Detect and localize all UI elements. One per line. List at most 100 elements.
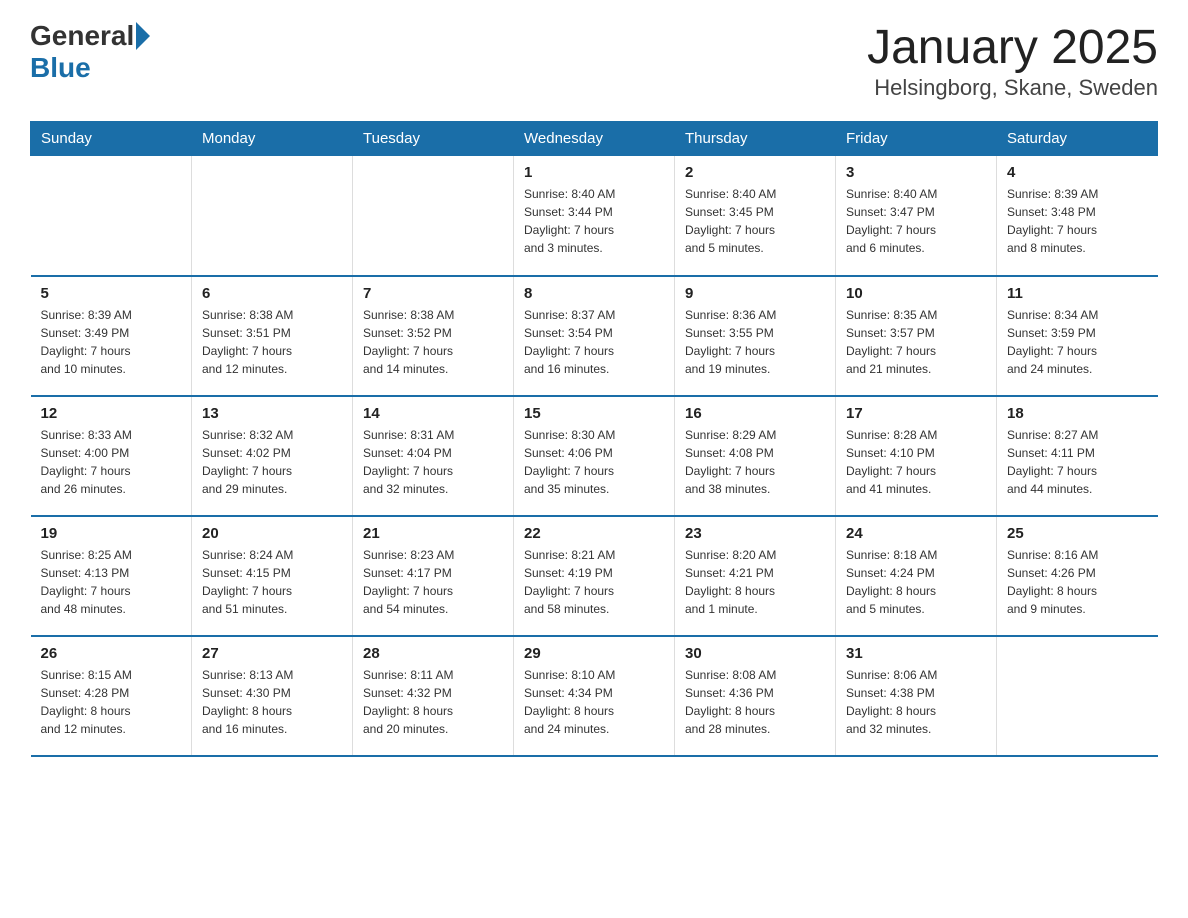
day-info: Sunrise: 8:15 AMSunset: 4:28 PMDaylight:… xyxy=(41,666,182,738)
calendar-cell: 6 Sunrise: 8:38 AMSunset: 3:51 PMDaylight… xyxy=(192,276,353,396)
calendar-table: SundayMondayTuesdayWednesdayThursdayFrid… xyxy=(30,121,1158,757)
day-info: Sunrise: 8:20 AMSunset: 4:21 PMDaylight:… xyxy=(685,546,825,618)
calendar-cell: 1 Sunrise: 8:40 AMSunset: 3:44 PMDaylight… xyxy=(514,156,675,276)
calendar-cell: 15Sunrise: 8:30 AMSunset: 4:06 PMDayligh… xyxy=(514,396,675,516)
calendar-cell: 21Sunrise: 8:23 AMSunset: 4:17 PMDayligh… xyxy=(353,516,514,636)
day-info: Sunrise: 8:39 AMSunset: 3:48 PMDaylight:… xyxy=(1007,185,1148,257)
day-number: 2 xyxy=(685,164,825,181)
day-number: 23 xyxy=(685,525,825,542)
day-number: 7 xyxy=(363,285,503,302)
calendar-cell: 4 Sunrise: 8:39 AMSunset: 3:48 PMDaylight… xyxy=(997,156,1158,276)
calendar-cell: 30 Sunrise: 8:08 AMSunset: 4:36 PMDayligh… xyxy=(675,636,836,756)
day-number: 14 xyxy=(363,405,503,422)
calendar-cell: 19 Sunrise: 8:25 AMSunset: 4:13 PMDayligh… xyxy=(31,516,192,636)
calendar-cell xyxy=(997,636,1158,756)
calendar-cell: 11 Sunrise: 8:34 AMSunset: 3:59 PMDayligh… xyxy=(997,276,1158,396)
calendar-title: January 2025 xyxy=(867,20,1158,75)
calendar-week-2: 5 Sunrise: 8:39 AMSunset: 3:49 PMDaylight… xyxy=(31,276,1158,396)
day-info: Sunrise: 8:38 AMSunset: 3:52 PMDaylight:… xyxy=(363,306,503,378)
calendar-cell xyxy=(192,156,353,276)
page-header: General Blue January 2025 Helsingborg, S… xyxy=(30,20,1158,101)
day-number: 10 xyxy=(846,285,986,302)
calendar-cell: 31Sunrise: 8:06 AMSunset: 4:38 PMDayligh… xyxy=(836,636,997,756)
day-number: 4 xyxy=(1007,164,1148,181)
calendar-cell: 22 Sunrise: 8:21 AMSunset: 4:19 PMDayligh… xyxy=(514,516,675,636)
day-number: 22 xyxy=(524,525,664,542)
day-info: Sunrise: 8:33 AMSunset: 4:00 PMDaylight:… xyxy=(41,426,182,498)
day-number: 1 xyxy=(524,164,664,181)
calendar-header: SundayMondayTuesdayWednesdayThursdayFrid… xyxy=(31,122,1158,156)
calendar-cell: 17 Sunrise: 8:28 AMSunset: 4:10 PMDayligh… xyxy=(836,396,997,516)
day-info: Sunrise: 8:16 AMSunset: 4:26 PMDaylight:… xyxy=(1007,546,1148,618)
day-info: Sunrise: 8:36 AMSunset: 3:55 PMDaylight:… xyxy=(685,306,825,378)
day-number: 18 xyxy=(1007,405,1148,422)
day-number: 3 xyxy=(846,164,986,181)
day-number: 19 xyxy=(41,525,182,542)
day-number: 11 xyxy=(1007,285,1148,302)
day-info: Sunrise: 8:13 AMSunset: 4:30 PMDaylight:… xyxy=(202,666,342,738)
calendar-cell: 8 Sunrise: 8:37 AMSunset: 3:54 PMDaylight… xyxy=(514,276,675,396)
calendar-cell: 14Sunrise: 8:31 AMSunset: 4:04 PMDayligh… xyxy=(353,396,514,516)
logo: General Blue xyxy=(30,20,152,84)
calendar-body: 1 Sunrise: 8:40 AMSunset: 3:44 PMDaylight… xyxy=(31,156,1158,756)
weekday-header-thursday: Thursday xyxy=(675,122,836,156)
calendar-cell: 29Sunrise: 8:10 AMSunset: 4:34 PMDayligh… xyxy=(514,636,675,756)
day-number: 8 xyxy=(524,285,664,302)
weekday-header-saturday: Saturday xyxy=(997,122,1158,156)
weekday-header-sunday: Sunday xyxy=(31,122,192,156)
day-info: Sunrise: 8:29 AMSunset: 4:08 PMDaylight:… xyxy=(685,426,825,498)
weekday-header-tuesday: Tuesday xyxy=(353,122,514,156)
day-info: Sunrise: 8:34 AMSunset: 3:59 PMDaylight:… xyxy=(1007,306,1148,378)
calendar-subtitle: Helsingborg, Skane, Sweden xyxy=(867,75,1158,101)
day-info: Sunrise: 8:40 AMSunset: 3:45 PMDaylight:… xyxy=(685,185,825,257)
day-number: 24 xyxy=(846,525,986,542)
day-info: Sunrise: 8:24 AMSunset: 4:15 PMDaylight:… xyxy=(202,546,342,618)
calendar-cell xyxy=(31,156,192,276)
weekday-header-friday: Friday xyxy=(836,122,997,156)
calendar-cell: 25Sunrise: 8:16 AMSunset: 4:26 PMDayligh… xyxy=(997,516,1158,636)
day-number: 5 xyxy=(41,285,182,302)
day-info: Sunrise: 8:37 AMSunset: 3:54 PMDaylight:… xyxy=(524,306,664,378)
day-info: Sunrise: 8:38 AMSunset: 3:51 PMDaylight:… xyxy=(202,306,342,378)
day-info: Sunrise: 8:21 AMSunset: 4:19 PMDaylight:… xyxy=(524,546,664,618)
calendar-cell: 2 Sunrise: 8:40 AMSunset: 3:45 PMDaylight… xyxy=(675,156,836,276)
calendar-cell: 23 Sunrise: 8:20 AMSunset: 4:21 PMDayligh… xyxy=(675,516,836,636)
day-info: Sunrise: 8:18 AMSunset: 4:24 PMDaylight:… xyxy=(846,546,986,618)
day-info: Sunrise: 8:25 AMSunset: 4:13 PMDaylight:… xyxy=(41,546,182,618)
day-info: Sunrise: 8:27 AMSunset: 4:11 PMDaylight:… xyxy=(1007,426,1148,498)
day-number: 20 xyxy=(202,525,342,542)
day-number: 17 xyxy=(846,405,986,422)
day-info: Sunrise: 8:39 AMSunset: 3:49 PMDaylight:… xyxy=(41,306,182,378)
day-number: 31 xyxy=(846,645,986,662)
calendar-cell: 13 Sunrise: 8:32 AMSunset: 4:02 PMDayligh… xyxy=(192,396,353,516)
calendar-cell: 18 Sunrise: 8:27 AMSunset: 4:11 PMDayligh… xyxy=(997,396,1158,516)
day-info: Sunrise: 8:30 AMSunset: 4:06 PMDaylight:… xyxy=(524,426,664,498)
calendar-cell: 3 Sunrise: 8:40 AMSunset: 3:47 PMDaylight… xyxy=(836,156,997,276)
day-number: 6 xyxy=(202,285,342,302)
day-info: Sunrise: 8:11 AMSunset: 4:32 PMDaylight:… xyxy=(363,666,503,738)
day-number: 13 xyxy=(202,405,342,422)
day-info: Sunrise: 8:28 AMSunset: 4:10 PMDaylight:… xyxy=(846,426,986,498)
calendar-cell: 9 Sunrise: 8:36 AMSunset: 3:55 PMDaylight… xyxy=(675,276,836,396)
day-info: Sunrise: 8:08 AMSunset: 4:36 PMDaylight:… xyxy=(685,666,825,738)
day-info: Sunrise: 8:40 AMSunset: 3:47 PMDaylight:… xyxy=(846,185,986,257)
day-number: 12 xyxy=(41,405,182,422)
calendar-cell: 26 Sunrise: 8:15 AMSunset: 4:28 PMDayligh… xyxy=(31,636,192,756)
calendar-cell: 28Sunrise: 8:11 AMSunset: 4:32 PMDayligh… xyxy=(353,636,514,756)
calendar-week-4: 19 Sunrise: 8:25 AMSunset: 4:13 PMDayligh… xyxy=(31,516,1158,636)
day-info: Sunrise: 8:32 AMSunset: 4:02 PMDaylight:… xyxy=(202,426,342,498)
calendar-cell: 27 Sunrise: 8:13 AMSunset: 4:30 PMDayligh… xyxy=(192,636,353,756)
calendar-cell: 12 Sunrise: 8:33 AMSunset: 4:00 PMDayligh… xyxy=(31,396,192,516)
day-number: 27 xyxy=(202,645,342,662)
day-number: 30 xyxy=(685,645,825,662)
day-number: 9 xyxy=(685,285,825,302)
day-number: 16 xyxy=(685,405,825,422)
day-info: Sunrise: 8:40 AMSunset: 3:44 PMDaylight:… xyxy=(524,185,664,257)
calendar-week-5: 26 Sunrise: 8:15 AMSunset: 4:28 PMDayligh… xyxy=(31,636,1158,756)
day-number: 26 xyxy=(41,645,182,662)
calendar-week-1: 1 Sunrise: 8:40 AMSunset: 3:44 PMDaylight… xyxy=(31,156,1158,276)
title-block: January 2025 Helsingborg, Skane, Sweden xyxy=(867,20,1158,101)
calendar-cell: 24 Sunrise: 8:18 AMSunset: 4:24 PMDayligh… xyxy=(836,516,997,636)
logo-arrow-icon xyxy=(136,22,150,50)
calendar-cell: 5 Sunrise: 8:39 AMSunset: 3:49 PMDaylight… xyxy=(31,276,192,396)
